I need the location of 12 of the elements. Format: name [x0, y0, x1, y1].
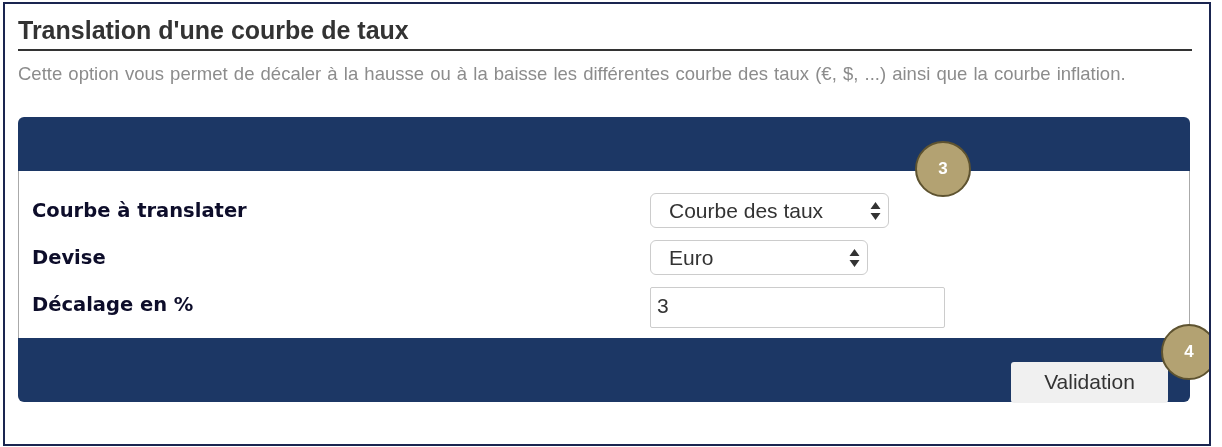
field-label: Devise [32, 246, 107, 269]
page-title: Translation d'une courbe de taux [18, 16, 1192, 51]
updown-arrows-icon [849, 247, 860, 268]
updown-arrows-icon [870, 200, 881, 221]
validation-button[interactable]: Validation [1011, 361, 1168, 403]
dropdown[interactable]: Euro [650, 240, 868, 275]
field-label: Décalage en % [32, 293, 195, 316]
description-text: Cette option vous permet de décaler à la hausse ou à la baisse les différentes courbe des taux (€, $, ...) ainsi que la courbe inflation. [18, 62, 1127, 86]
dropdown[interactable]: Courbe des taux [650, 193, 889, 228]
field-label: Courbe à translater [32, 199, 248, 222]
step-callout: 3 [915, 141, 971, 197]
percent-input-field[interactable]: 3 [650, 287, 945, 328]
